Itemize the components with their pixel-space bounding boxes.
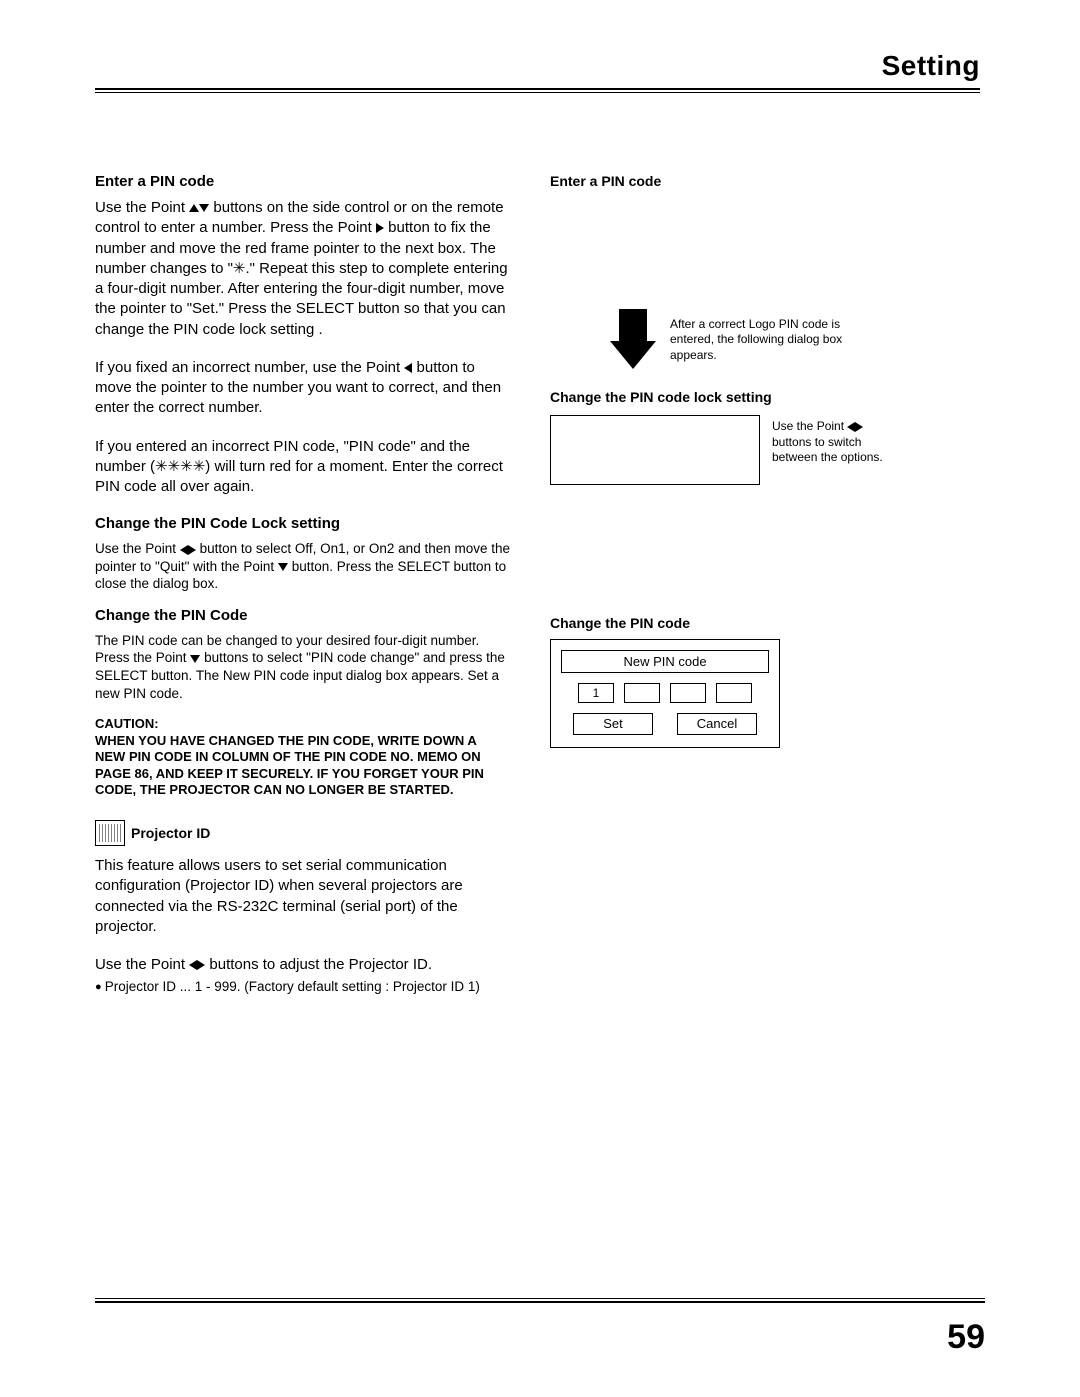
triangle-right-icon — [197, 960, 205, 970]
left-column: Enter a PIN code Use the Point buttons o… — [95, 173, 510, 994]
enter-pin-paragraph-1: Use the Point buttons on the side contro… — [95, 198, 510, 340]
pin-buttons: Set Cancel — [561, 713, 769, 735]
arrow-caption: After a correct Logo PIN code is entered… — [670, 317, 870, 364]
text: Use the Point — [95, 956, 189, 973]
caution-text: WHEN YOU HAVE CHANGED THE PIN CODE, WRIT… — [95, 733, 510, 798]
right-column: Enter a PIN code After a correct Logo PI… — [550, 173, 980, 994]
text: buttons to switch between the options. — [772, 435, 883, 465]
text: If you fixed an incorrect number, use th… — [95, 359, 404, 376]
header-rule-thick — [95, 88, 980, 90]
enter-pin-heading: Enter a PIN code — [95, 173, 510, 190]
projector-id-paragraph-2: Use the Point buttons to adjust the Proj… — [95, 955, 510, 975]
lock-row: Use the Point buttons to switch between … — [550, 415, 980, 485]
arrow-row: After a correct Logo PIN code is entered… — [610, 309, 980, 371]
footer-rule-thick — [95, 1301, 985, 1303]
change-pin-paragraph: The PIN code can be changed to your desi… — [95, 632, 510, 702]
triangle-right-icon — [855, 422, 863, 432]
triangle-right-icon — [376, 223, 384, 233]
projector-id-row: Projector ID — [95, 820, 510, 846]
page-header-title: Setting — [95, 50, 980, 82]
triangle-left-icon — [404, 363, 412, 373]
enter-pin-paragraph-3: If you entered an incorrect PIN code, "P… — [95, 437, 510, 498]
triangle-right-icon — [188, 545, 196, 555]
lock-setting-dialog-placeholder — [550, 415, 760, 485]
right-change-pin-heading: Change the PIN code — [550, 615, 980, 631]
text: Use the Point — [772, 419, 847, 433]
down-arrow-icon — [610, 309, 656, 371]
text: Use the Point — [95, 199, 189, 216]
pin-fields: 1 — [561, 683, 769, 703]
triangle-down-icon — [199, 204, 209, 212]
change-lock-paragraph: Use the Point button to select Off, On1,… — [95, 540, 510, 593]
triangle-left-icon — [189, 960, 197, 970]
new-pin-dialog: New PIN code 1 Set Cancel — [550, 639, 780, 748]
triangle-up-icon — [189, 204, 199, 212]
triangle-down-icon — [190, 655, 200, 663]
change-pin-heading: Change the PIN Code — [95, 607, 510, 624]
pin-field-1[interactable]: 1 — [578, 683, 614, 703]
triangle-down-icon — [278, 563, 288, 571]
footer-rule-thin — [95, 1298, 985, 1299]
projector-id-paragraph-1: This feature allows users to set serial … — [95, 856, 510, 937]
right-enter-pin-heading: Enter a PIN code — [550, 173, 980, 189]
text: button to fix the number and move the re… — [95, 219, 508, 337]
set-button[interactable]: Set — [573, 713, 653, 735]
page-number: 59 — [947, 1318, 985, 1357]
text: buttons to adjust the Projector ID. — [209, 956, 432, 973]
pin-field-2[interactable] — [624, 683, 660, 703]
right-lock-heading: Change the PIN code lock setting — [550, 389, 980, 405]
pin-field-4[interactable] — [716, 683, 752, 703]
new-pin-title: New PIN code — [561, 650, 769, 673]
projector-id-bullet: Projector ID ... 1 - 999. (Factory defau… — [95, 979, 510, 994]
caution-label: CAUTION: — [95, 716, 510, 731]
projector-id-icon — [95, 820, 125, 846]
cancel-button[interactable]: Cancel — [677, 713, 757, 735]
pin-field-3[interactable] — [670, 683, 706, 703]
lock-caption: Use the Point buttons to switch between … — [772, 419, 892, 466]
triangle-left-icon — [847, 422, 855, 432]
header-rule-thin — [95, 92, 980, 93]
text: Use the Point — [95, 541, 180, 556]
change-lock-heading: Change the PIN Code Lock setting — [95, 515, 510, 532]
triangle-left-icon — [180, 545, 188, 555]
projector-id-label: Projector ID — [131, 825, 210, 841]
enter-pin-paragraph-2: If you fixed an incorrect number, use th… — [95, 358, 510, 419]
